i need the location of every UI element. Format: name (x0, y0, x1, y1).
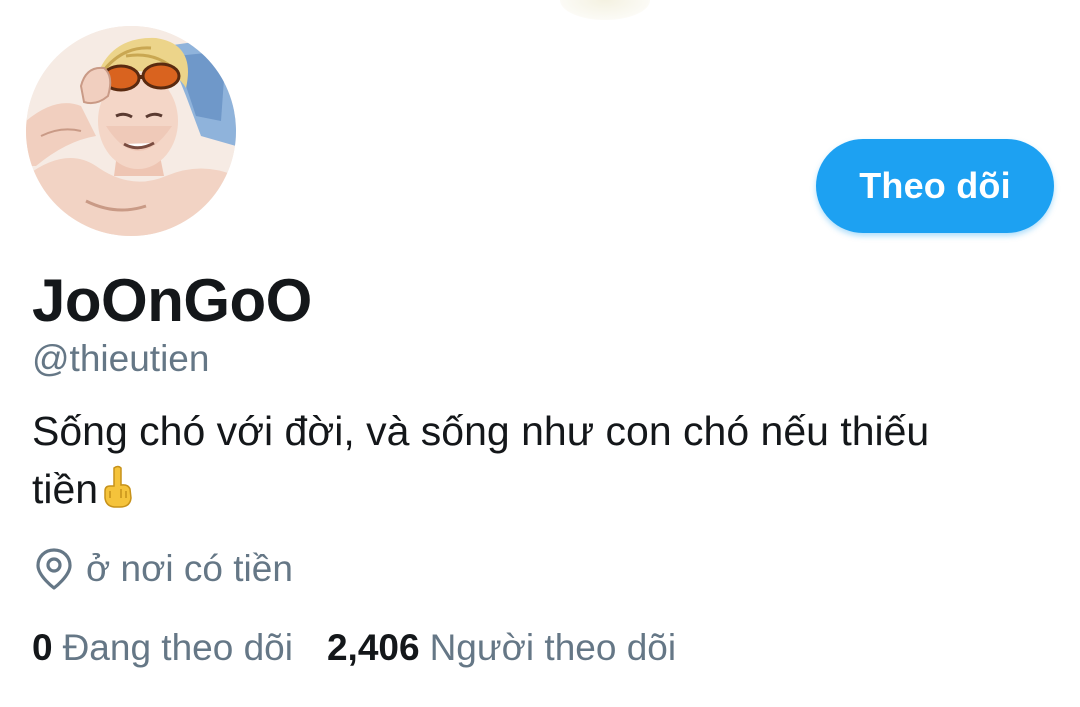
location-pin-icon (36, 548, 72, 590)
location-text: ở nơi có tiền (86, 548, 293, 589)
followers-stat[interactable]: 2,406 Người theo dõi (327, 627, 676, 669)
username-handle: @thieutien (32, 338, 210, 379)
follow-button[interactable]: Theo dõi (816, 139, 1054, 233)
avatar-illustration (26, 26, 236, 236)
bio: Sống chó với đời, và sống như con chó nế… (32, 402, 1052, 524)
avatar[interactable] (26, 26, 236, 236)
bio-line-1: Sống chó với đời, và sống như con chó nế… (32, 408, 930, 454)
location: ở nơi có tiền (34, 544, 293, 594)
followers-label: Người theo dõi (429, 627, 677, 668)
bio-line-2: tiền (32, 466, 99, 512)
followers-count: 2,406 (326, 627, 420, 668)
middle-finger-emoji (101, 465, 135, 524)
follow-stats: 0 Đang theo dõi 2,406 Người theo dõi (32, 623, 676, 673)
background-glow (560, 0, 650, 20)
display-name: JoOnGoO (32, 267, 312, 334)
following-stat[interactable]: 0 Đang theo dõi (32, 627, 293, 669)
following-count: 0 (32, 627, 53, 668)
following-label: Đang theo dõi (62, 627, 293, 668)
